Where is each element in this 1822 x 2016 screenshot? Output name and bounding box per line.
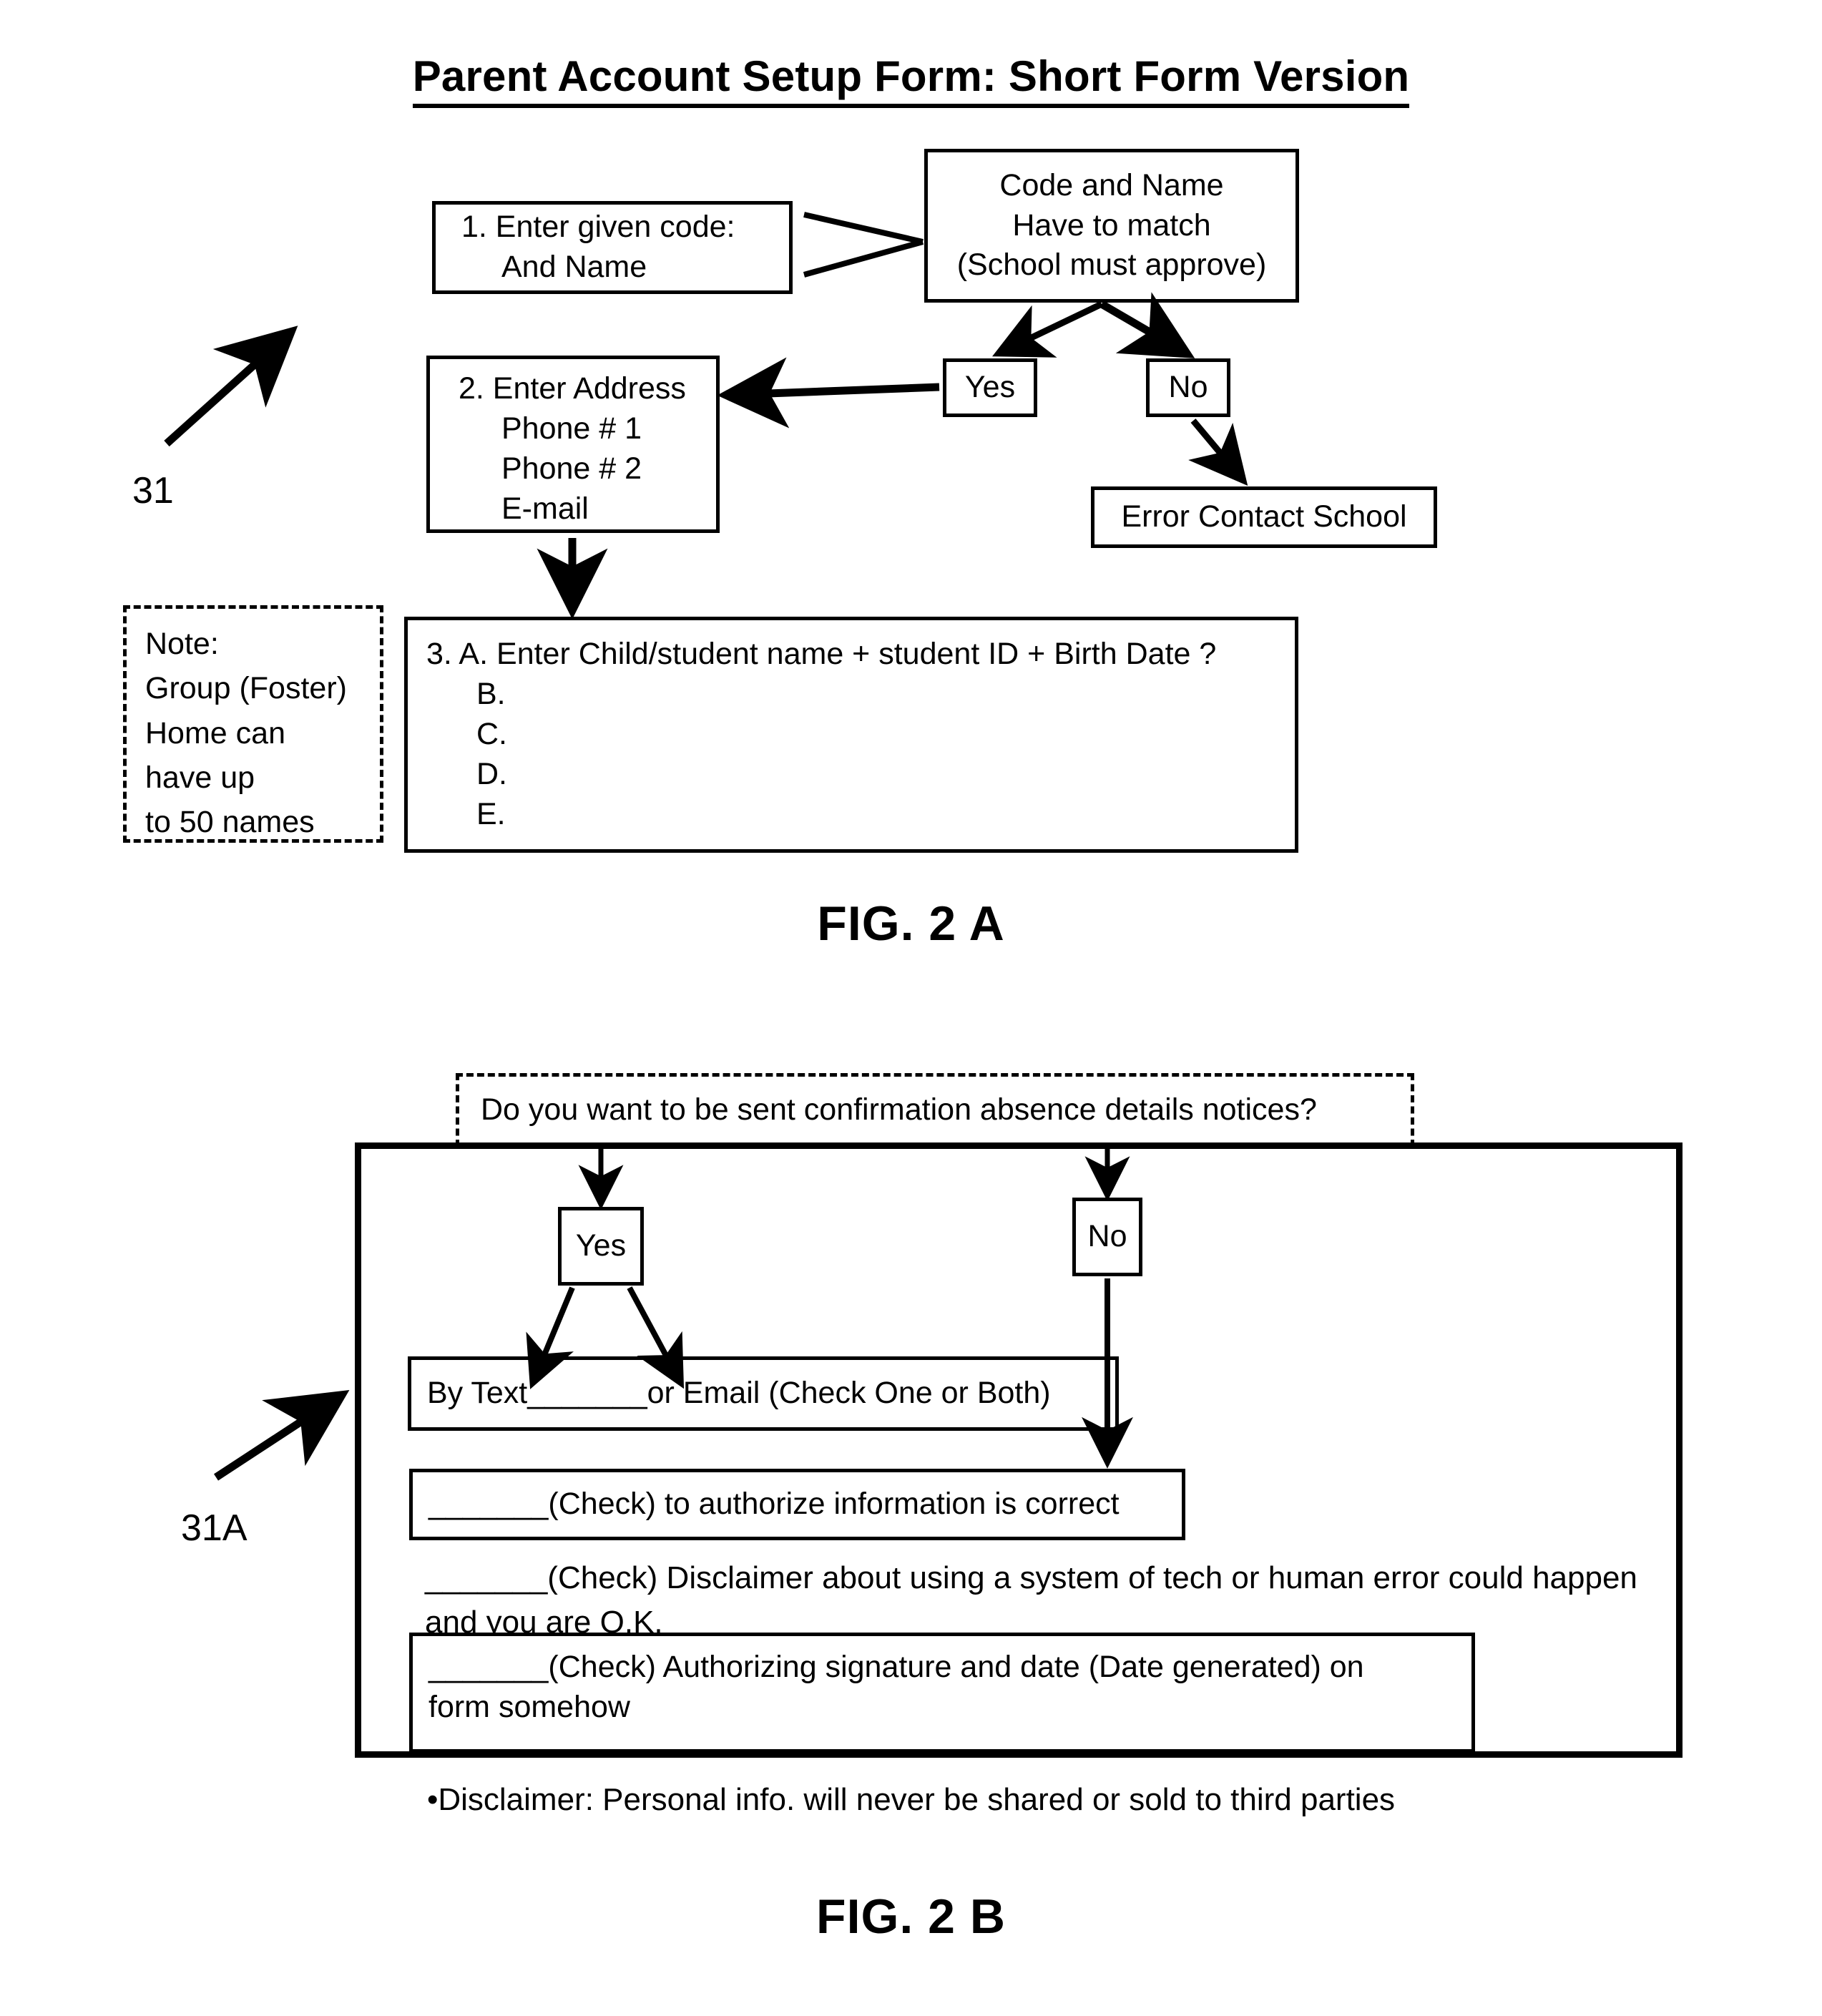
step2-line4: E-mail — [501, 491, 589, 526]
fig2a-no-box[interactable]: No — [1146, 358, 1230, 417]
step3-child-info-box[interactable]: 3. A. Enter Child/student name + student… — [404, 617, 1298, 853]
step1-line1: 1. Enter given code: — [461, 210, 735, 245]
arrow-no-to-error — [1188, 419, 1248, 486]
step3-line-a: 3. A. Enter Child/student name + student… — [426, 637, 1217, 671]
fig2b-yes-box[interactable]: Yes — [558, 1207, 644, 1286]
authorizing-signature-line1: _______(Check) Authorizing signature and… — [428, 1650, 1364, 1684]
authorize-information-row[interactable]: _______(Check) to authorize information … — [409, 1469, 1185, 1540]
match-line3: (School must approve) — [956, 248, 1267, 283]
authorizing-signature-line2: form somehow — [428, 1689, 630, 1724]
code-name-match-box[interactable]: Code and Name Have to match (School must… — [924, 149, 1299, 303]
step2-line2: Phone # 1 — [501, 411, 642, 446]
page-title: Parent Account Setup Form: Short Form Ve… — [0, 52, 1822, 108]
fig2a-yes-label: Yes — [964, 370, 1016, 405]
note-line1: Note: — [145, 627, 219, 661]
fig2b-yes-label: Yes — [575, 1228, 627, 1263]
step3-line-c: C. — [476, 716, 507, 751]
step3-line-e: E. — [476, 796, 506, 831]
step2-line1: 2. Enter Address — [459, 371, 686, 406]
note-line3: Home can — [145, 715, 285, 750]
arrow-step1-to-match — [803, 212, 924, 278]
fig2b-no-box[interactable]: No — [1072, 1198, 1142, 1276]
fig2a-caption: FIG. 2 A — [817, 896, 1005, 951]
fig2b-caption: FIG. 2 B — [816, 1889, 1006, 1944]
arrow-match-to-yes — [992, 300, 1103, 358]
reference-number-31a: 31A — [181, 1507, 248, 1549]
note-line5: to 50 names — [145, 805, 315, 840]
step1-enter-code-box[interactable]: 1. Enter given code: And Name — [432, 201, 793, 294]
pointer-arrow-31 — [164, 326, 298, 447]
fig2b-no-label: No — [1087, 1219, 1127, 1254]
error-contact-school-box[interactable]: Error Contact School — [1091, 486, 1437, 548]
fig2a-no-label: No — [1168, 370, 1208, 405]
match-line1: Code and Name — [999, 167, 1224, 202]
disclaimer-check-text: _______(Check) Disclaimer about using a … — [425, 1560, 1637, 1640]
authorize-information-text: _______(Check) to authorize information … — [428, 1487, 1120, 1522]
authorizing-signature-row[interactable]: _______(Check) Authorizing signature and… — [409, 1633, 1475, 1753]
step1-line2: And Name — [501, 250, 647, 284]
note-line2: Group (Foster) — [145, 671, 347, 706]
note-box: Note: Group (Foster) Home can have up to… — [123, 605, 383, 843]
by-text-or-email-row[interactable]: By Text_______or Email (Check One or Bot… — [408, 1356, 1119, 1431]
reference-number-31: 31 — [132, 470, 174, 512]
match-line2: Have to match — [1012, 207, 1211, 243]
step3-line-d: D. — [476, 756, 507, 791]
figure-page: Parent Account Setup Form: Short Form Ve… — [0, 0, 1822, 2016]
confirmation-question-text: Do you want to be sent confirmation abse… — [481, 1092, 1317, 1127]
step2-line3: Phone # 2 — [501, 451, 642, 486]
arrow-match-to-no — [1099, 292, 1195, 358]
page-title-text: Parent Account Setup Form: Short Form Ve… — [412, 52, 1410, 108]
fig2a-yes-box[interactable]: Yes — [943, 358, 1037, 417]
error-contact-school-label: Error Contact School — [1121, 499, 1407, 534]
note-line4: have up — [145, 760, 255, 796]
bottom-disclaimer: •Disclaimer: Personal info. will never b… — [426, 1782, 1396, 1817]
step2-enter-address-box[interactable]: 2. Enter Address Phone # 1 Phone # 2 E-m… — [426, 356, 720, 533]
by-text-or-email-text: By Text_______or Email (Check One or Bot… — [427, 1376, 1051, 1411]
step3-line-b: B. — [476, 676, 506, 711]
pointer-arrow-31a — [213, 1389, 350, 1481]
confirmation-question-box: Do you want to be sent confirmation abse… — [456, 1073, 1414, 1147]
arrow-yes-to-step2 — [717, 357, 940, 429]
